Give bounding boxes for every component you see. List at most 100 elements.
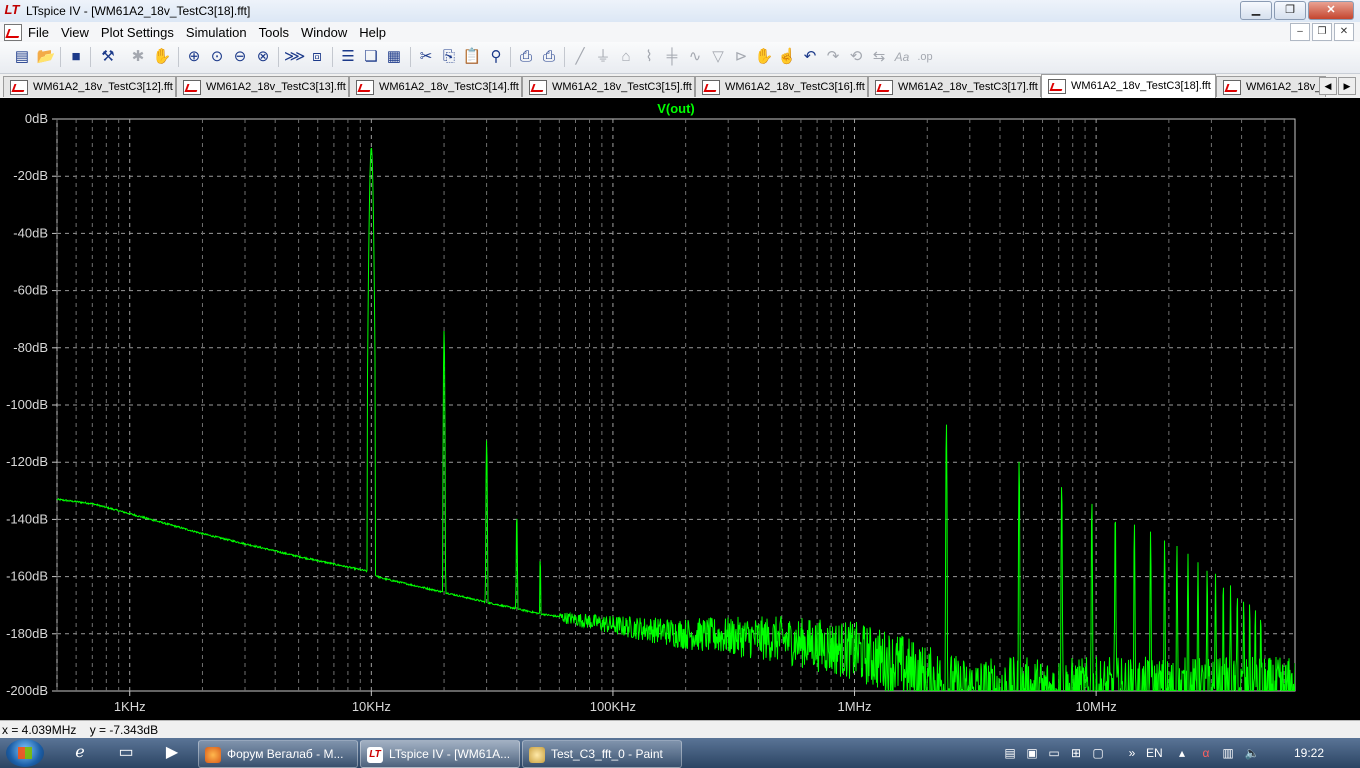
x-tick-label: 100KHz: [590, 699, 636, 714]
tab-testc3-17[interactable]: WM61A2_18v_TestC3[17].fft: [868, 76, 1041, 97]
open-icon[interactable]: 📂: [36, 47, 56, 67]
mdi-minimize-button[interactable]: –: [1290, 23, 1310, 41]
cascade-icon[interactable]: ❏: [361, 47, 381, 67]
menu-file[interactable]: File: [22, 25, 55, 40]
cut-icon[interactable]: ✂: [416, 47, 436, 67]
y-tick-label: -100dB: [6, 397, 48, 412]
inductor-icon[interactable]: ∿: [685, 47, 705, 67]
document-icon[interactable]: [4, 24, 22, 41]
firefox-icon: [205, 746, 221, 763]
taskbar-label: LTspice IV - [WM61A...: [389, 747, 511, 761]
taskbar-firefox[interactable]: Форум Вегалаб - M...: [198, 740, 358, 768]
minimize-button[interactable]: ▁: [1240, 1, 1272, 20]
tab-testc3-18[interactable]: WM61A2_18v_TestC3[18].fft: [1041, 74, 1216, 98]
clock[interactable]: 19:22: [1294, 744, 1324, 762]
zoom-out-icon[interactable]: ⊙: [207, 47, 227, 67]
tab-testc3-19[interactable]: WM61A2_18v_T: [1216, 76, 1326, 97]
mirror-icon[interactable]: ⇆: [869, 47, 889, 67]
waveform-icon: [1048, 78, 1066, 94]
diode-icon[interactable]: ▽: [708, 47, 728, 67]
folder-tray-icon[interactable]: ▤: [1002, 745, 1018, 761]
text-icon[interactable]: Aa: [892, 47, 912, 67]
tab-label: WM61A2_18v_TestC3[16].fft: [725, 81, 865, 93]
label-icon[interactable]: ⌂: [616, 47, 636, 67]
fft-chart[interactable]: 0dB -20dB -40dB -60dB -80dB -100dB -120dB -140d…: [0, 98, 1360, 720]
new-schematic-icon[interactable]: ▤: [12, 47, 32, 67]
save-icon[interactable]: ■: [66, 47, 86, 67]
waveform-icon: [1223, 79, 1241, 95]
language-indicator[interactable]: EN: [1146, 744, 1163, 762]
volume-icon[interactable]: 🔈: [1244, 745, 1260, 761]
ground-icon[interactable]: ⏚: [593, 47, 613, 67]
notification-arrow-icon[interactable]: ▴: [1174, 745, 1190, 761]
find-icon[interactable]: ⚲: [486, 47, 506, 67]
y-tick-label: -160dB: [6, 569, 48, 584]
y-tick-label: -40dB: [13, 225, 48, 240]
resistor-icon[interactable]: ⌇: [639, 47, 659, 67]
monitor-tray-icon[interactable]: ▭: [1046, 745, 1062, 761]
fit-icon[interactable]: ⧈: [307, 47, 327, 67]
wire-icon[interactable]: ╱: [570, 47, 590, 67]
ltspice-logo-icon: LT: [4, 2, 20, 17]
autorange-icon[interactable]: ⋙: [284, 47, 305, 67]
spice-directive-icon[interactable]: .op: [915, 47, 935, 67]
component-icon[interactable]: ⊳: [731, 47, 751, 67]
y-tick-label: -180dB: [6, 626, 48, 641]
x-tick-label: 10MHz: [1076, 699, 1117, 714]
waveform-plot[interactable]: 0dB -20dB -40dB -60dB -80dB -100dB -120dB -140d…: [0, 98, 1360, 720]
taskbar-paint[interactable]: Test_C3_fft_0 - Paint: [522, 740, 682, 768]
move-icon[interactable]: ✋: [754, 47, 774, 67]
tab-testc3-14[interactable]: WM61A2_18v_TestC3[14].fft: [349, 76, 522, 97]
mdi-close-button[interactable]: ✕: [1334, 23, 1354, 41]
close-button[interactable]: ✕: [1308, 1, 1354, 20]
tab-testc3-12[interactable]: WM61A2_18v_TestC3[12].fft: [3, 76, 176, 97]
menu-view[interactable]: View: [55, 25, 95, 40]
tab-label: WM61A2_18v_T: [1246, 81, 1326, 93]
tab-testc3-13[interactable]: WM61A2_18v_TestC3[13].fft: [176, 76, 349, 97]
tab-testc3-16[interactable]: WM61A2_18v_TestC3[16].fft: [695, 76, 868, 97]
explorer-icon[interactable]: ▭: [106, 741, 146, 765]
maximize-button[interactable]: ❐: [1274, 1, 1306, 20]
control-panel-icon[interactable]: ⚒: [98, 47, 118, 67]
run-icon[interactable]: ✱: [128, 47, 148, 67]
rotate-icon[interactable]: ⟲: [846, 47, 866, 67]
paste-icon[interactable]: 📋: [462, 47, 482, 67]
network-tray-icon[interactable]: ⊞: [1068, 745, 1084, 761]
print-icon[interactable]: ⎙: [539, 47, 559, 67]
tile-vertical-icon[interactable]: ▦: [384, 47, 404, 67]
app-tray-icon[interactable]: ▣: [1024, 745, 1040, 761]
menu-plot-settings[interactable]: Plot Settings: [95, 25, 180, 40]
tab-scroll-left-icon[interactable]: ◀: [1319, 77, 1337, 95]
menu-simulation[interactable]: Simulation: [180, 25, 253, 40]
start-button[interactable]: [6, 739, 44, 767]
ie-icon[interactable]: ℯ: [60, 741, 100, 765]
show-hidden-icon[interactable]: »: [1124, 745, 1140, 761]
menu-window[interactable]: Window: [295, 25, 353, 40]
tab-scroll-right-icon[interactable]: ▶: [1338, 77, 1356, 95]
alpha-tray-icon[interactable]: α: [1198, 745, 1214, 761]
zoom-cancel-icon[interactable]: ⊗: [253, 47, 273, 67]
capacitor-icon[interactable]: ╪: [662, 47, 682, 67]
tab-label: WM61A2_18v_TestC3[12].fft: [33, 81, 173, 93]
mdi-restore-button[interactable]: ❐: [1312, 23, 1332, 41]
redo-icon[interactable]: ↷: [823, 47, 843, 67]
copy-icon[interactable]: ⎘: [439, 47, 459, 67]
print-preview-icon[interactable]: ⎙: [516, 47, 536, 67]
trace-vout[interactable]: [57, 147, 1295, 697]
paint-icon: [529, 746, 545, 763]
undo-icon[interactable]: ↶: [800, 47, 820, 67]
menu-help[interactable]: Help: [353, 25, 392, 40]
taskbar-ltspice[interactable]: LT LTspice IV - [WM61A...: [360, 740, 520, 768]
media-player-icon[interactable]: ▶: [152, 741, 192, 765]
zoom-area-icon[interactable]: ⊖: [230, 47, 250, 67]
halt-icon[interactable]: ✋: [152, 47, 172, 67]
y-tick-label: -60dB: [13, 283, 48, 298]
tab-testc3-15[interactable]: WM61A2_18v_TestC3[15].fft: [522, 76, 695, 97]
zoom-in-icon[interactable]: ⊕: [184, 47, 204, 67]
display-tray-icon[interactable]: ▢: [1090, 745, 1106, 761]
menu-tools[interactable]: Tools: [253, 25, 295, 40]
drag-icon[interactable]: ☝: [777, 47, 797, 67]
window-controls: ▁ ❐ ✕: [1240, 1, 1354, 20]
power-tray-icon[interactable]: ▥: [1220, 745, 1236, 761]
tile-horizontal-icon[interactable]: ☰: [338, 47, 358, 67]
